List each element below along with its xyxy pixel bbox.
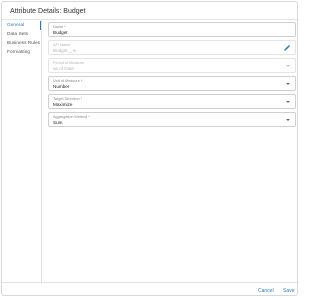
target-direction-select[interactable]: Target Direction * Maximize: [48, 94, 296, 109]
aggregation-method-value: Sum: [53, 120, 63, 125]
target-direction-label: Target Direction *: [53, 96, 83, 101]
api-name-field: API Name Budget__m: [48, 40, 296, 55]
chevron-down-icon[interactable]: [286, 119, 290, 121]
sidebar-item-business-rules[interactable]: Business Rules: [2, 39, 41, 48]
chevron-down-icon[interactable]: [286, 101, 290, 103]
cancel-button[interactable]: Cancel: [258, 288, 274, 294]
target-direction-value: Maximize: [53, 102, 73, 107]
chevron-down-icon: [286, 65, 290, 67]
period-of-measure-value: as of Date: [53, 66, 74, 71]
sidebar-item-formatting[interactable]: Formatting: [2, 48, 41, 57]
aggregation-method-label: Aggregation Method *: [53, 114, 90, 119]
api-name-field-value: Budget__m: [53, 48, 77, 53]
name-field-label: Name *: [53, 24, 66, 29]
period-of-measure-select: Period of Measure as of Date: [48, 58, 296, 73]
sidebar: General Data Sets Business Rules Formatt…: [2, 20, 42, 282]
attribute-details-dialog: Attribute Details: Budget General Data S…: [1, 1, 298, 296]
unit-of-measure-label: Unit of Measure *: [53, 78, 83, 83]
pencil-icon[interactable]: [283, 44, 291, 52]
save-button[interactable]: Save: [283, 288, 294, 294]
dialog-title: Attribute Details: Budget: [10, 8, 86, 15]
sidebar-item-general[interactable]: General: [2, 21, 41, 30]
sidebar-item-data-sets[interactable]: Data Sets: [2, 30, 41, 39]
aggregation-method-select[interactable]: Aggregation Method * Sum: [48, 112, 296, 127]
unit-of-measure-select[interactable]: Unit of Measure * Number: [48, 76, 296, 91]
general-form: Name * Budget API Name Budget__m Period …: [48, 20, 296, 282]
api-name-field-label: API Name: [53, 42, 71, 47]
name-field-value: Budget: [53, 30, 68, 35]
footer-divider: [2, 282, 297, 283]
chevron-down-icon[interactable]: [286, 83, 290, 85]
unit-of-measure-value: Number: [53, 84, 70, 89]
period-of-measure-label: Period of Measure: [53, 60, 85, 65]
name-field[interactable]: Name * Budget: [48, 22, 296, 37]
sidebar-nav: General Data Sets Business Rules Formatt…: [2, 20, 41, 57]
